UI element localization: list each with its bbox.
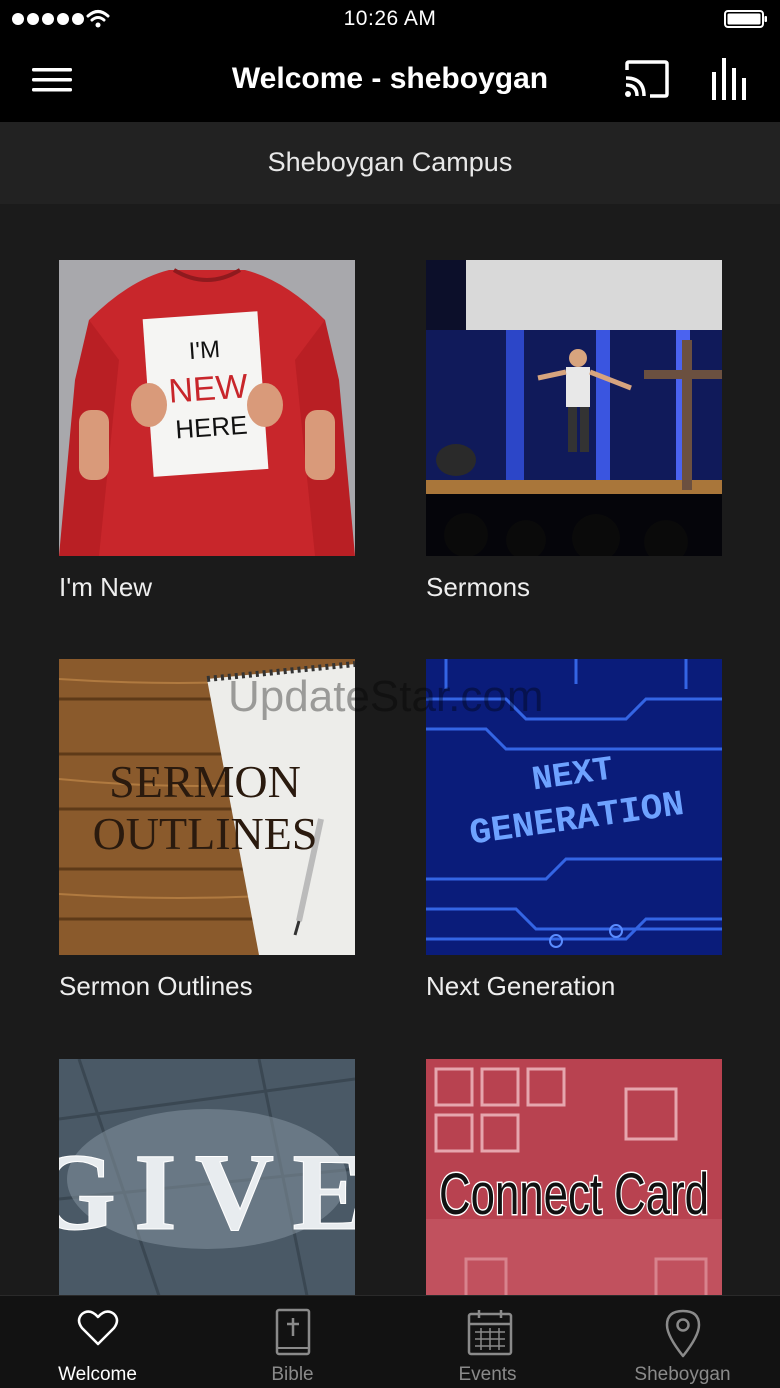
tab-welcome[interactable]: Welcome (0, 1296, 195, 1388)
status-bar: 10:26 AM (0, 0, 780, 40)
status-time: 10:26 AM (343, 7, 437, 30)
page-title: Welcome - sheboygan (231, 62, 549, 95)
tile-sermons[interactable]: Sermons (426, 260, 722, 603)
tab-events[interactable]: Events (390, 1296, 585, 1388)
im-new-image-text-2: NEW (167, 367, 249, 410)
tab-sheboygan[interactable]: Sheboygan (585, 1296, 780, 1388)
sermon-outlines-image-text-2: OUTLINES (93, 808, 318, 859)
bible-icon (275, 1308, 311, 1356)
watermark: UpdateStar.com (228, 672, 544, 721)
navigation-bar: Welcome - sheboygan (0, 40, 780, 122)
calendar-icon (467, 1310, 513, 1356)
campus-title: Sheboygan Campus (267, 147, 513, 177)
connect-card-image: Connect Card (426, 1059, 722, 1295)
battery-icon (724, 10, 767, 28)
tile-label: Next Generation (426, 971, 616, 1001)
cast-icon[interactable] (622, 60, 670, 100)
connect-card-image-text: Connect Card (439, 1162, 709, 1227)
im-new-image-text-3: HERE (174, 410, 248, 445)
tab-label: Events (458, 1364, 517, 1385)
tab-bar: Welcome Bible Events Sheboygan (0, 1295, 780, 1388)
content-grid: I'M NEW HERE I'm New Sermons SERMON OUTL… (0, 204, 780, 1295)
heart-icon (77, 1310, 119, 1346)
tab-bible[interactable]: Bible (195, 1296, 390, 1388)
campus-header: Sheboygan Campus (0, 122, 780, 204)
sermons-image (426, 260, 722, 556)
bar-chart-icon[interactable] (708, 58, 752, 100)
give-image: GIVE (59, 1059, 355, 1295)
tile-give[interactable]: GIVE (59, 1059, 355, 1295)
im-new-image-text-1: I'M (188, 336, 221, 365)
tile-label: Sermons (426, 572, 531, 602)
tile-im-new[interactable]: I'M NEW HERE I'm New (59, 260, 355, 603)
give-image-text: GIVE (59, 1131, 355, 1253)
tile-label: Sermon Outlines (59, 971, 253, 1001)
tile-connect-card[interactable]: Connect Card (426, 1059, 722, 1295)
tile-label: I'm New (59, 572, 153, 602)
tab-label: Sheboygan (634, 1364, 731, 1385)
hamburger-menu-icon[interactable] (30, 66, 74, 96)
im-new-image: I'M NEW HERE (59, 260, 355, 556)
tab-label: Bible (271, 1364, 314, 1385)
tab-label: Welcome (58, 1364, 137, 1385)
sermon-outlines-image-text-1: SERMON (109, 756, 301, 807)
location-pin-icon (665, 1309, 701, 1358)
